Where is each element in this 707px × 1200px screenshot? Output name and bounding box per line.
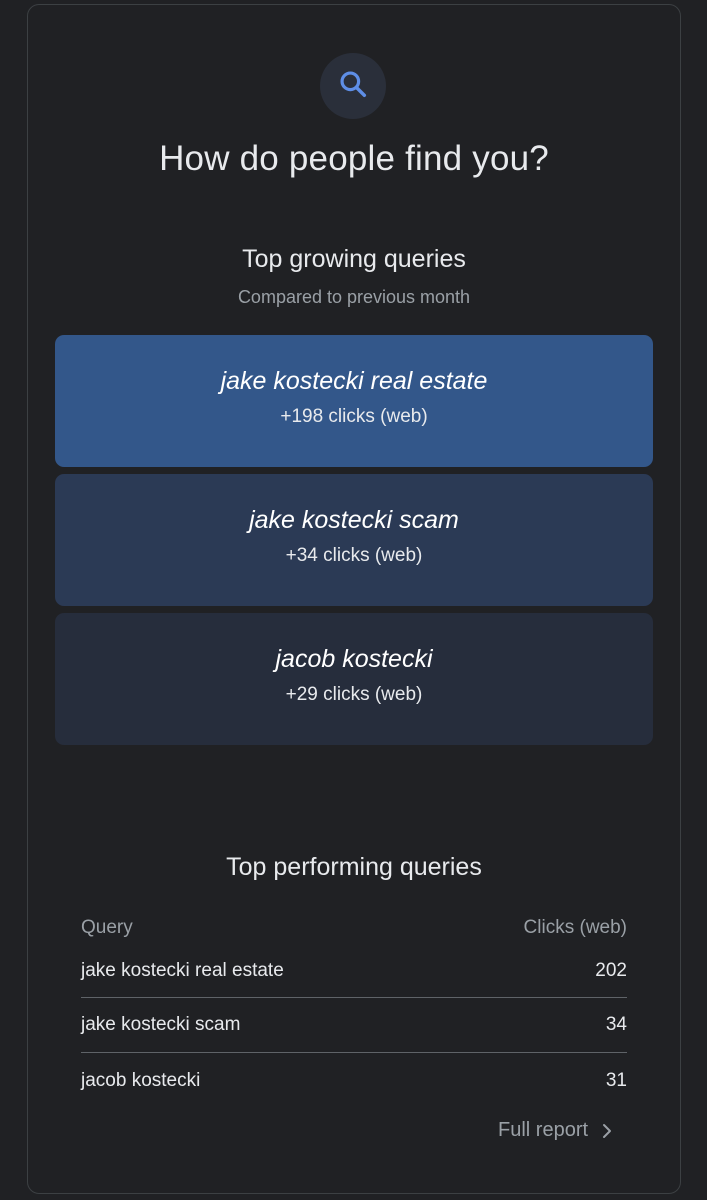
growing-query-text: jake kostecki real estate bbox=[220, 367, 488, 395]
growing-query-card[interactable]: jake kostecki scam +34 clicks (web) bbox=[55, 474, 653, 606]
table-header: Query Clicks (web) bbox=[81, 917, 627, 945]
table-row: jake kostecki scam 34 bbox=[81, 998, 627, 1053]
growing-query-clicks: +198 clicks (web) bbox=[280, 406, 428, 427]
search-icon-badge bbox=[320, 53, 386, 119]
table-row: jacob kostecki 31 bbox=[81, 1053, 627, 1108]
row-clicks: 34 bbox=[605, 1014, 627, 1035]
row-query: jake kostecki real estate bbox=[81, 960, 284, 981]
full-report-link[interactable]: Full report bbox=[498, 1119, 614, 1142]
column-header-clicks: Clicks (web) bbox=[523, 917, 627, 938]
row-query: jacob kostecki bbox=[81, 1069, 201, 1091]
growing-query-text: jacob kostecki bbox=[275, 645, 433, 673]
column-header-query: Query bbox=[81, 917, 133, 938]
growing-queries-title: Top growing queries bbox=[242, 245, 466, 273]
growing-query-clicks: +34 clicks (web) bbox=[285, 545, 423, 566]
growing-queries-subtitle: Compared to previous month bbox=[237, 287, 471, 307]
insights-card: How do people find you? Top growing quer… bbox=[27, 4, 681, 1194]
row-clicks: 202 bbox=[595, 960, 627, 981]
full-report-label: Full report bbox=[498, 1119, 589, 1141]
table-row: jake kostecki real estate 202 bbox=[81, 945, 627, 998]
growing-query-card[interactable]: jake kostecki real estate +198 clicks (w… bbox=[55, 335, 653, 467]
row-query: jake kostecki scam bbox=[81, 1014, 241, 1035]
search-icon bbox=[337, 68, 369, 105]
growing-query-card[interactable]: jacob kostecki +29 clicks (web) bbox=[55, 613, 653, 745]
chevron-right-icon bbox=[600, 1122, 614, 1140]
growing-query-clicks: +29 clicks (web) bbox=[285, 684, 423, 705]
page-title: How do people find you? bbox=[159, 139, 549, 178]
growing-query-text: jake kostecki scam bbox=[249, 506, 459, 534]
performing-queries-table: Query Clicks (web) jake kostecki real es… bbox=[81, 917, 627, 1108]
row-clicks: 31 bbox=[605, 1069, 627, 1091]
performing-queries-title: Top performing queries bbox=[226, 853, 482, 881]
